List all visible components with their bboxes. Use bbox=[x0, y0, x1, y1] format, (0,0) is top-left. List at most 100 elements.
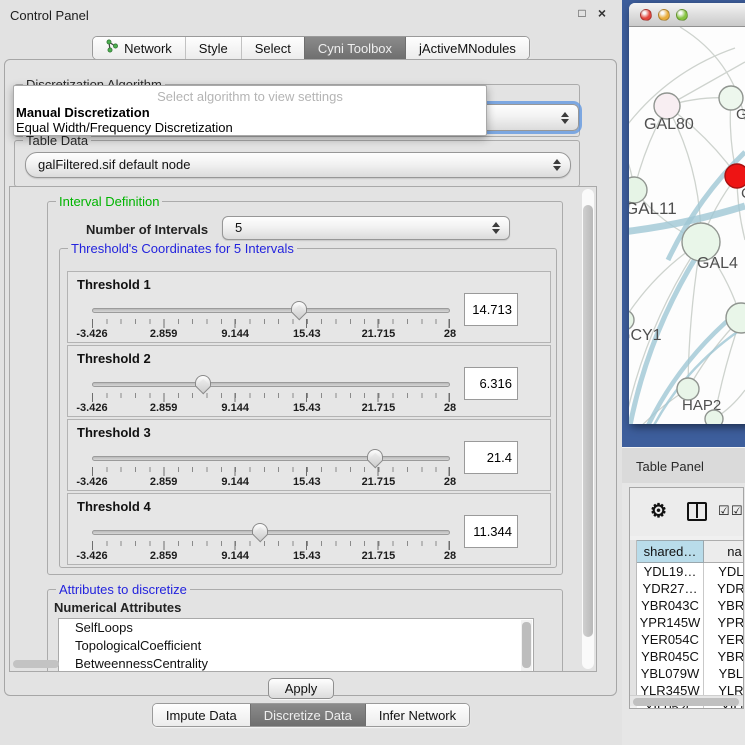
row-header-gutter bbox=[630, 540, 637, 700]
tab-impute-data[interactable]: Impute Data bbox=[153, 704, 250, 726]
slider-thumb[interactable] bbox=[291, 301, 307, 312]
minimize-traffic-light[interactable] bbox=[658, 9, 670, 21]
table-cell: YBR0 bbox=[704, 597, 744, 614]
table-cell: YBR043C bbox=[637, 597, 704, 614]
threshold-value-field[interactable]: 11.344 bbox=[464, 515, 518, 548]
table-row[interactable]: YER054CYER0 bbox=[637, 631, 744, 648]
viewport-horizontal-scrollbar[interactable] bbox=[13, 660, 59, 668]
select-all-checkbox-icon[interactable]: ☑ bbox=[731, 503, 743, 519]
slider-tick-label: -3.426 bbox=[76, 550, 107, 562]
gear-icon[interactable]: ⚙ bbox=[650, 500, 667, 523]
tab-jactivemnodules[interactable]: jActiveMNodules bbox=[405, 37, 529, 59]
application-window: Control Panel □ × NetworkStyleSelectCyni… bbox=[0, 0, 745, 745]
table-row[interactable]: YBR043CYBR0 bbox=[637, 597, 744, 614]
attribute-list-item[interactable]: SelfLoops bbox=[59, 619, 533, 637]
network-window-titlebar[interactable] bbox=[629, 3, 745, 27]
algorithm-item-manual[interactable]: Manual Discretization bbox=[16, 105, 150, 120]
network-canvas[interactable]: GAL80GACGAL11GAL4GCY1HHAP2 bbox=[629, 27, 745, 424]
table-cell: YDL1 bbox=[704, 563, 744, 580]
slider-tick-label: -3.426 bbox=[76, 476, 107, 488]
table-row[interactable]: YDL19…YDL1 bbox=[637, 563, 744, 580]
slider-track[interactable] bbox=[92, 382, 450, 387]
tab-cyni-toolbox[interactable]: Cyni Toolbox bbox=[304, 37, 405, 59]
algorithm-placeholder-item[interactable]: Select algorithm to view settings bbox=[14, 89, 486, 104]
table-cell: YPR145W bbox=[637, 614, 704, 631]
table-cell: YER054C bbox=[637, 631, 704, 648]
tab-label: Style bbox=[199, 38, 228, 59]
attribute-list-item[interactable]: TopologicalCoefficient bbox=[59, 637, 533, 655]
tab-label: Cyni Toolbox bbox=[318, 38, 392, 59]
number-of-intervals-combobox[interactable]: 5 bbox=[222, 216, 510, 240]
viewport-vertical-scrollbar[interactable] bbox=[582, 189, 594, 669]
attribute-list-item[interactable]: BetweennessCentrality bbox=[59, 655, 533, 672]
table-row[interactable]: YBL079WYBL0 bbox=[637, 665, 744, 682]
table-panel-title: Table Panel bbox=[636, 459, 704, 474]
tab-select[interactable]: Select bbox=[241, 37, 304, 59]
tab-style[interactable]: Style bbox=[185, 37, 241, 59]
table-horizontal-scrollbar[interactable] bbox=[630, 695, 743, 706]
slider-track[interactable] bbox=[92, 308, 450, 313]
network-node[interactable] bbox=[705, 410, 723, 424]
slider-track[interactable] bbox=[92, 456, 450, 461]
tab-label: Select bbox=[255, 38, 291, 59]
tab-discretize-data[interactable]: Discretize Data bbox=[250, 704, 365, 726]
threshold-slider[interactable]: -3.4262.8599.14415.4321.71528 bbox=[92, 450, 450, 486]
apply-button[interactable]: Apply bbox=[268, 678, 334, 699]
table-data-group: Table Data galFiltered.sif default node bbox=[14, 140, 580, 187]
tab-label: Network bbox=[124, 38, 172, 59]
slider-tick-label: 2.859 bbox=[150, 476, 178, 488]
zoom-traffic-light[interactable] bbox=[676, 9, 688, 21]
column-header[interactable]: shared… bbox=[637, 540, 704, 563]
slider-thumb[interactable] bbox=[252, 523, 268, 534]
threshold-value-field[interactable]: 21.4 bbox=[464, 441, 518, 474]
network-view-window[interactable]: GAL80GACGAL11GAL4GCY1HHAP2 bbox=[629, 3, 745, 424]
threshold-value-field[interactable]: 14.713 bbox=[464, 293, 518, 326]
slider-tick-label: 28 bbox=[444, 402, 456, 414]
column-header[interactable]: na bbox=[704, 540, 744, 563]
slider-major-ticks bbox=[92, 467, 450, 476]
table-row[interactable]: YDR27…YDR2 bbox=[637, 580, 744, 597]
columns-icon[interactable] bbox=[687, 502, 707, 521]
attributes-scrollbar[interactable] bbox=[521, 620, 532, 672]
close-traffic-light[interactable] bbox=[640, 9, 652, 21]
select-all-checkbox-icon[interactable]: ☑ bbox=[718, 503, 730, 519]
tab-network[interactable]: Network bbox=[93, 37, 185, 59]
slider-major-ticks bbox=[92, 319, 450, 328]
algorithm-item-equal-width[interactable]: Equal Width/Frequency Discretization bbox=[16, 120, 233, 135]
slider-tick-label: 9.144 bbox=[221, 476, 249, 488]
table-row[interactable]: YBR045CYBR0 bbox=[637, 648, 744, 665]
slider-thumb[interactable] bbox=[195, 375, 211, 386]
threshold-label: Threshold 4 bbox=[77, 499, 151, 514]
table-cell: YDR27… bbox=[637, 580, 704, 597]
threshold-label: Threshold 3 bbox=[77, 425, 151, 440]
close-panel-icon[interactable]: × bbox=[594, 5, 610, 21]
slider-tick-label: 15.43 bbox=[293, 550, 321, 562]
table-panel-box: ⚙ ☑ ☑ shared…naYDL19…YDL1YDR27…YDR2YBR04… bbox=[629, 487, 744, 709]
threshold-slider[interactable]: -3.4262.8599.14415.4321.71528 bbox=[92, 376, 450, 412]
table-cell: YER0 bbox=[704, 631, 744, 648]
settings-scroll-viewport: Interval Definition Number of Intervals … bbox=[9, 186, 597, 672]
network-node-label: GAL80 bbox=[644, 116, 694, 133]
network-node[interactable] bbox=[726, 303, 745, 333]
slider-thumb[interactable] bbox=[367, 449, 383, 460]
bottom-tab-bar: Impute DataDiscretize Data Infer Network bbox=[0, 703, 622, 727]
table-toolbar: ⚙ ☑ ☑ bbox=[630, 488, 743, 536]
numerical-attributes-list[interactable]: SelfLoopsTopologicalCoefficientBetweenne… bbox=[58, 618, 534, 672]
algorithm-dropdown-popup: Select algorithm to view settings Manual… bbox=[13, 85, 487, 136]
tab-infer-network[interactable]: Infer Network bbox=[365, 704, 469, 726]
slider-tick-label: 9.144 bbox=[221, 402, 249, 414]
slider-tick-label: 21.715 bbox=[362, 328, 396, 340]
threshold-value-field[interactable]: 6.316 bbox=[464, 367, 518, 400]
table-data-combobox[interactable]: galFiltered.sif default node bbox=[25, 152, 571, 178]
threshold-slider[interactable]: -3.4262.8599.14415.4321.71528 bbox=[92, 302, 450, 338]
threshold-label: Threshold 2 bbox=[77, 351, 151, 366]
table-row[interactable]: YPR145WYPR1 bbox=[637, 614, 744, 631]
threshold-row: Threshold 2 -3.4262.8599.14415.4321.71528… bbox=[67, 345, 551, 417]
network-node-label: GAL4 bbox=[697, 255, 738, 272]
table-header-row: shared…na bbox=[637, 540, 744, 563]
slider-track[interactable] bbox=[92, 530, 450, 535]
float-panel-icon[interactable]: □ bbox=[574, 5, 590, 21]
thresholds-group: Threshold's Coordinates for 5 Intervals … bbox=[59, 248, 557, 568]
threshold-slider[interactable]: -3.4262.8599.14415.4321.71528 bbox=[92, 524, 450, 560]
tab-label: Infer Network bbox=[379, 705, 456, 726]
